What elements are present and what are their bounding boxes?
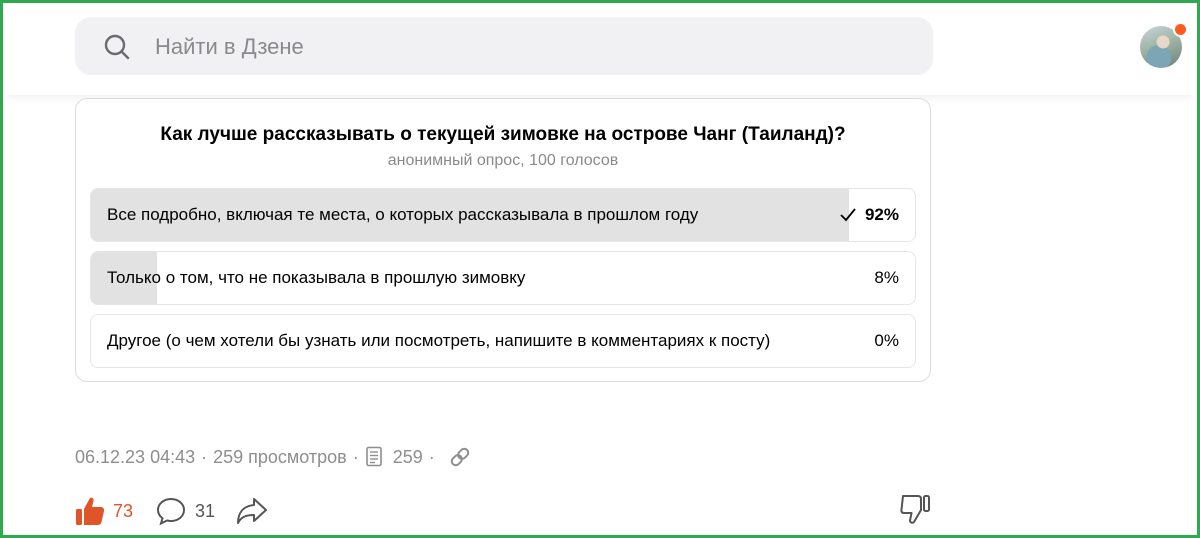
article-icon	[365, 446, 382, 467]
poll-question: Как лучше рассказывать о текущей зимовке…	[160, 124, 846, 145]
check-icon	[840, 208, 856, 222]
like-button[interactable]: 73	[75, 495, 133, 527]
meta-separator: ·	[201, 447, 208, 467]
comment-icon	[157, 497, 186, 526]
poll-option[interactable]: Другое (о чем хотели бы узнать или посмо…	[90, 314, 916, 368]
post-meta: 06.12.23 04:43 · 259 просмотров · 259 ·	[75, 444, 473, 470]
search-bar[interactable]: Найти в Дзене	[75, 17, 933, 75]
comments-count: 31	[195, 500, 216, 521]
reaction-bar: 73 31	[75, 492, 269, 530]
thumbs-up-icon	[76, 497, 105, 525]
poll-card: Как лучше рассказывать о текущей зимовке…	[75, 98, 931, 382]
share-button[interactable]	[235, 495, 269, 527]
link-icon[interactable]	[447, 444, 473, 470]
thumbs-down-icon[interactable]	[899, 492, 931, 526]
share-icon	[237, 498, 268, 524]
comment-button[interactable]: 31	[155, 496, 215, 526]
notification-badge	[1173, 22, 1188, 37]
post-date: 06.12.23 04:43	[75, 447, 196, 467]
meta-separator: ·	[352, 447, 359, 467]
poll-option-label: Другое (о чем хотели бы узнать или посмо…	[107, 331, 771, 350]
views-count: 259 просмотров	[213, 447, 347, 467]
search-input[interactable]: Найти в Дзене	[155, 33, 304, 61]
poll-option[interactable]: Все подробно, включая те места, о которы…	[90, 188, 916, 242]
poll-subtitle: анонимный опрос, 100 голосов	[387, 152, 619, 169]
poll-option-percent: 0%	[874, 331, 899, 350]
reads-count: 259	[392, 447, 423, 467]
poll-option-label: Только о том, что не показывала в прошлу…	[107, 268, 526, 287]
poll-option[interactable]: Только о том, что не показывала в прошлу…	[90, 251, 916, 305]
search-icon	[104, 34, 130, 60]
poll-option-percent: 8%	[874, 268, 899, 287]
likes-count: 73	[113, 500, 134, 521]
poll-option-percent: 92%	[864, 205, 899, 224]
meta-separator: ·	[428, 447, 435, 467]
poll-option-label: Все подробно, включая те места, о которы…	[107, 205, 699, 224]
